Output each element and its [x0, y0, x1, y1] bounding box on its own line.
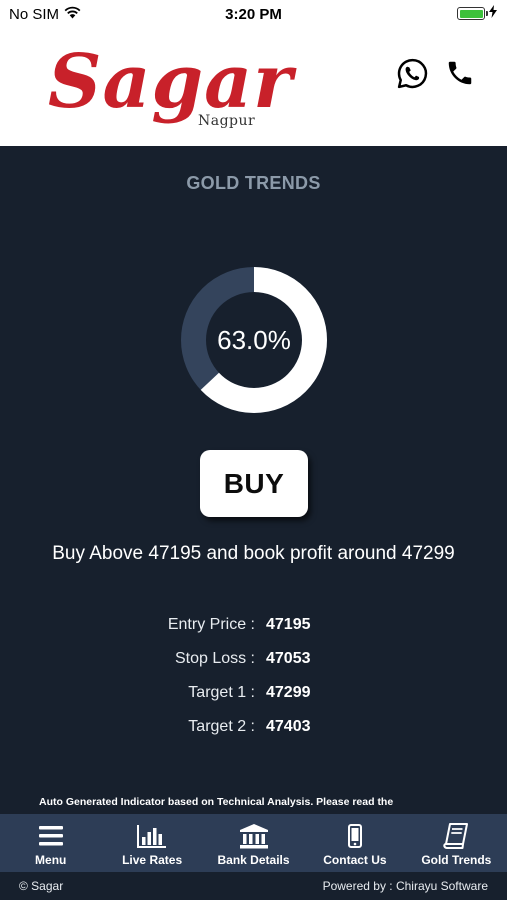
- logo-text: Sagar: [48, 39, 294, 125]
- level-label: Target 2 :: [188, 718, 255, 735]
- level-value: 47299: [266, 684, 311, 701]
- disclaimer-text: Auto Generated Indicator based on Techni…: [39, 796, 394, 808]
- level-value: 47195: [266, 616, 311, 633]
- copyright-text: © Sagar: [19, 879, 64, 893]
- nav-label: Bank Details: [217, 853, 290, 867]
- nav-item-gold-trends[interactable]: Gold Trends: [406, 814, 507, 872]
- nav-item-contact-us[interactable]: Contact Us: [304, 814, 405, 872]
- mobile-phone-icon: [347, 822, 362, 850]
- bar-chart-icon: [137, 822, 167, 850]
- nav-label: Menu: [35, 853, 67, 867]
- footer: © Sagar Powered by : Chirayu Software: [0, 872, 507, 900]
- buy-signal-button[interactable]: BUY: [200, 450, 308, 517]
- bottom-nav: Menu Live Rates Bank Details Contact Us …: [0, 814, 507, 872]
- phone-icon[interactable]: [443, 56, 477, 90]
- app-header: Sagar Nagpur: [0, 28, 507, 146]
- nav-item-menu[interactable]: Menu: [0, 814, 101, 872]
- level-value: 47403: [266, 718, 311, 735]
- header-actions: [395, 56, 477, 90]
- gold-trends-panel: GOLD TRENDS 63.0% BUY Buy Above 47195 an…: [0, 146, 507, 814]
- hamburger-icon: [38, 822, 63, 850]
- status-bar: No SIM 3:20 PM: [0, 0, 507, 28]
- level-label: Stop Loss :: [174, 650, 255, 667]
- nav-label: Live Rates: [122, 853, 183, 867]
- level-value: 47053: [266, 650, 311, 667]
- battery-icon: [457, 7, 488, 20]
- charging-icon: [489, 5, 497, 22]
- book-icon: [443, 822, 469, 850]
- target-2-row: Target 2 : 47403: [0, 718, 507, 740]
- level-label: Entry Price :: [167, 616, 255, 633]
- trend-gauge: 63.0%: [179, 265, 329, 415]
- signal-text: Buy Above 47195 and book profit around 4…: [52, 543, 455, 564]
- status-time: 3:20 PM: [225, 6, 282, 23]
- sagar-logo[interactable]: Sagar Nagpur: [48, 28, 292, 138]
- bank-icon: [239, 822, 269, 850]
- status-right: [457, 5, 497, 22]
- nav-item-live-rates[interactable]: Live Rates: [101, 814, 202, 872]
- nav-label: Gold Trends: [421, 853, 492, 867]
- gauge-label: 63.0%: [217, 324, 291, 355]
- logo-subtitle: Nagpur: [198, 113, 256, 129]
- entry-price-row: Entry Price : 47195: [0, 616, 507, 638]
- nav-item-bank-details[interactable]: Bank Details: [203, 814, 304, 872]
- target-1-row: Target 1 : 47299: [0, 684, 507, 706]
- page-title: GOLD TRENDS: [186, 173, 321, 193]
- stop-loss-row: Stop Loss : 47053: [0, 650, 507, 672]
- level-label: Target 1 :: [188, 684, 255, 701]
- nav-label: Contact Us: [323, 853, 387, 867]
- whatsapp-icon[interactable]: [395, 56, 429, 90]
- powered-by-text[interactable]: Powered by : Chirayu Software: [323, 879, 488, 893]
